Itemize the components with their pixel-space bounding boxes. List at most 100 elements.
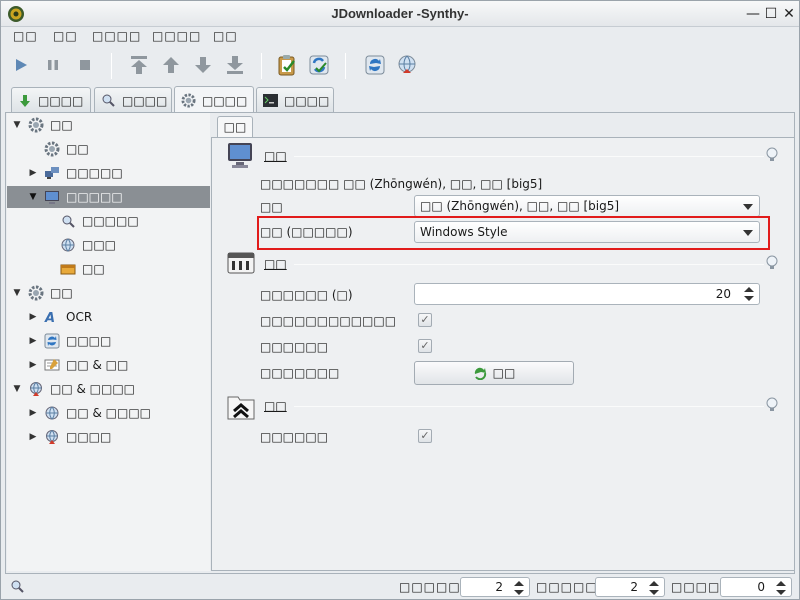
svg-text:A: A	[44, 311, 55, 325]
move-up-button[interactable]	[157, 51, 185, 79]
expanded-arrow-icon[interactable]: ▼	[11, 384, 23, 394]
tree-item[interactable]: ▼ □□	[7, 114, 210, 136]
tree-item[interactable]: ▼ □□□□□	[7, 186, 210, 208]
title-bar[interactable]: JDownloader -Synthy- — ☐ ✕	[1, 1, 799, 27]
spinner-value: 20	[715, 287, 731, 301]
app-window: JDownloader -Synthy- — ☐ ✕ □□ □□ □□□□ □□…	[0, 0, 800, 600]
globe-gear-icon	[27, 380, 45, 398]
tab-log[interactable]: □□□□	[256, 87, 334, 113]
language-select-value: □□ (Zhōngwén), □□, □□ [big5]	[420, 199, 620, 213]
tree-item-label: □□□□□	[66, 166, 123, 180]
check2-label: □□□□□□	[260, 340, 329, 354]
status-label-3: □□□□	[671, 580, 721, 594]
tree-item-label: □□	[66, 142, 89, 156]
menu-item-file[interactable]: □□	[13, 29, 38, 43]
status-spinner-2[interactable]: 2	[595, 577, 665, 597]
collapsed-arrow-icon[interactable]: ▶	[27, 360, 39, 370]
move-down-icon	[195, 57, 211, 73]
auto-reconnect-button[interactable]	[305, 51, 333, 79]
tree-item[interactable]: ▼ □□	[7, 282, 210, 304]
pause-icon	[48, 60, 58, 70]
misc-checkbox[interactable]: ✓	[418, 429, 432, 443]
help-bulb-icon[interactable]	[765, 147, 779, 163]
tree-item-label: □□	[50, 286, 73, 300]
move-top-button[interactable]	[125, 51, 153, 79]
settings-panel: □□ □□□□□□□ □□ (Zhōngwén), □□, □□ [big5] …	[211, 137, 795, 571]
subtab-general[interactable]: □□	[217, 116, 253, 138]
tab-linkgrabber[interactable]: □□□□	[94, 87, 172, 113]
status-spinner-3[interactable]: 0	[720, 577, 792, 597]
close-icon[interactable]: ✕	[781, 6, 797, 22]
tree-item[interactable]: ▶ A OCR	[7, 306, 210, 328]
menu-item-links[interactable]: □□□□	[152, 29, 201, 43]
tab-settings[interactable]: □□□□	[174, 86, 254, 114]
check1-checkbox[interactable]: ✓	[418, 313, 432, 327]
controls-panel-icon	[227, 252, 255, 274]
tab-label: □□□□	[122, 93, 168, 108]
tree-item[interactable]: □□□	[7, 234, 210, 256]
tree-item[interactable]: ▶ □□□□	[7, 330, 210, 352]
status-spinner-1[interactable]: 2	[460, 577, 530, 597]
tree-item-label: □□□□	[66, 430, 112, 444]
tree-item[interactable]: □□	[7, 258, 210, 280]
collapsed-arrow-icon[interactable]: ▶	[27, 312, 39, 322]
gear-icon	[27, 284, 45, 302]
maximize-icon[interactable]: ☐	[763, 6, 779, 22]
refresh-button[interactable]	[361, 51, 389, 79]
minimize-icon[interactable]: —	[745, 6, 761, 22]
start-downloads-button[interactable]	[7, 51, 35, 79]
move-down-button[interactable]	[189, 51, 217, 79]
collapsed-arrow-icon[interactable]: ▶	[27, 432, 39, 442]
collapsed-arrow-icon[interactable]: ▶	[27, 408, 39, 418]
check2-checkbox[interactable]: ✓	[418, 339, 432, 353]
tree-item[interactable]: □□□□□	[7, 210, 210, 232]
play-icon	[16, 59, 27, 71]
help-bulb-icon[interactable]	[765, 255, 779, 271]
green-refresh-icon	[474, 367, 486, 380]
download-arrow-icon	[20, 94, 30, 107]
menu-item-help[interactable]: □□	[213, 29, 238, 43]
gear-icon	[181, 93, 196, 108]
tree-item[interactable]: ▶ □□ & □□□□	[7, 402, 210, 424]
clipboard-observer-button[interactable]	[273, 51, 301, 79]
stop-downloads-button[interactable]	[71, 51, 99, 79]
button-row-label: □□□□□□□	[260, 366, 340, 380]
move-bottom-button[interactable]	[221, 51, 249, 79]
log-console-icon	[263, 94, 278, 107]
tab-label: □□□□	[38, 93, 84, 108]
language-select[interactable]: □□ (Zhōngwén), □□, □□ [big5]	[414, 195, 760, 217]
spin-arrows-icon[interactable]	[775, 580, 787, 596]
tree-item[interactable]: ▶ □□□□□	[7, 162, 210, 184]
spin-arrows-icon[interactable]	[513, 580, 525, 596]
expanded-arrow-icon[interactable]: ▼	[11, 120, 23, 130]
misc-check-label: □□□□□□	[260, 430, 329, 444]
expanded-arrow-icon[interactable]: ▼	[11, 288, 23, 298]
language-label: □□	[260, 200, 283, 214]
tree-item-label: □□	[50, 118, 73, 132]
menu-item-edit[interactable]: □□	[53, 29, 78, 43]
tree-item-label: □□	[82, 262, 105, 276]
linkgrabber-search-icon[interactable]	[9, 578, 25, 594]
tab-downloads[interactable]: □□□□	[11, 87, 91, 113]
window-title: JDownloader -Synthy-	[331, 6, 469, 21]
expanded-arrow-icon[interactable]: ▼	[27, 192, 39, 202]
menu-item-addons[interactable]: □□□□	[92, 29, 141, 43]
help-bulb-icon[interactable]	[765, 397, 779, 413]
spin-arrows-icon[interactable]	[743, 286, 755, 302]
tree-item[interactable]: ▶ □□ & □□	[7, 354, 210, 376]
collapsed-arrow-icon[interactable]: ▶	[27, 336, 39, 346]
tree-item[interactable]: ▼ □□ & □□□□	[7, 378, 210, 400]
spin-arrows-icon[interactable]	[648, 580, 660, 596]
value-spinner[interactable]: 20	[414, 283, 760, 305]
tree-item[interactable]: ▶ □□□□	[7, 426, 210, 448]
reconnect-button[interactable]	[393, 51, 421, 79]
collapsed-arrow-icon[interactable]: ▶	[27, 168, 39, 178]
gear-icon	[43, 140, 61, 158]
network-icon	[43, 164, 61, 182]
style-select[interactable]: Windows Style	[414, 221, 760, 243]
linkgrabber-search-icon	[59, 212, 77, 230]
tree-item[interactable]: □□	[7, 138, 210, 160]
status-label-2: □□□□□	[536, 580, 598, 594]
action-button[interactable]: □□	[414, 361, 574, 385]
pause-downloads-button[interactable]	[39, 51, 67, 79]
